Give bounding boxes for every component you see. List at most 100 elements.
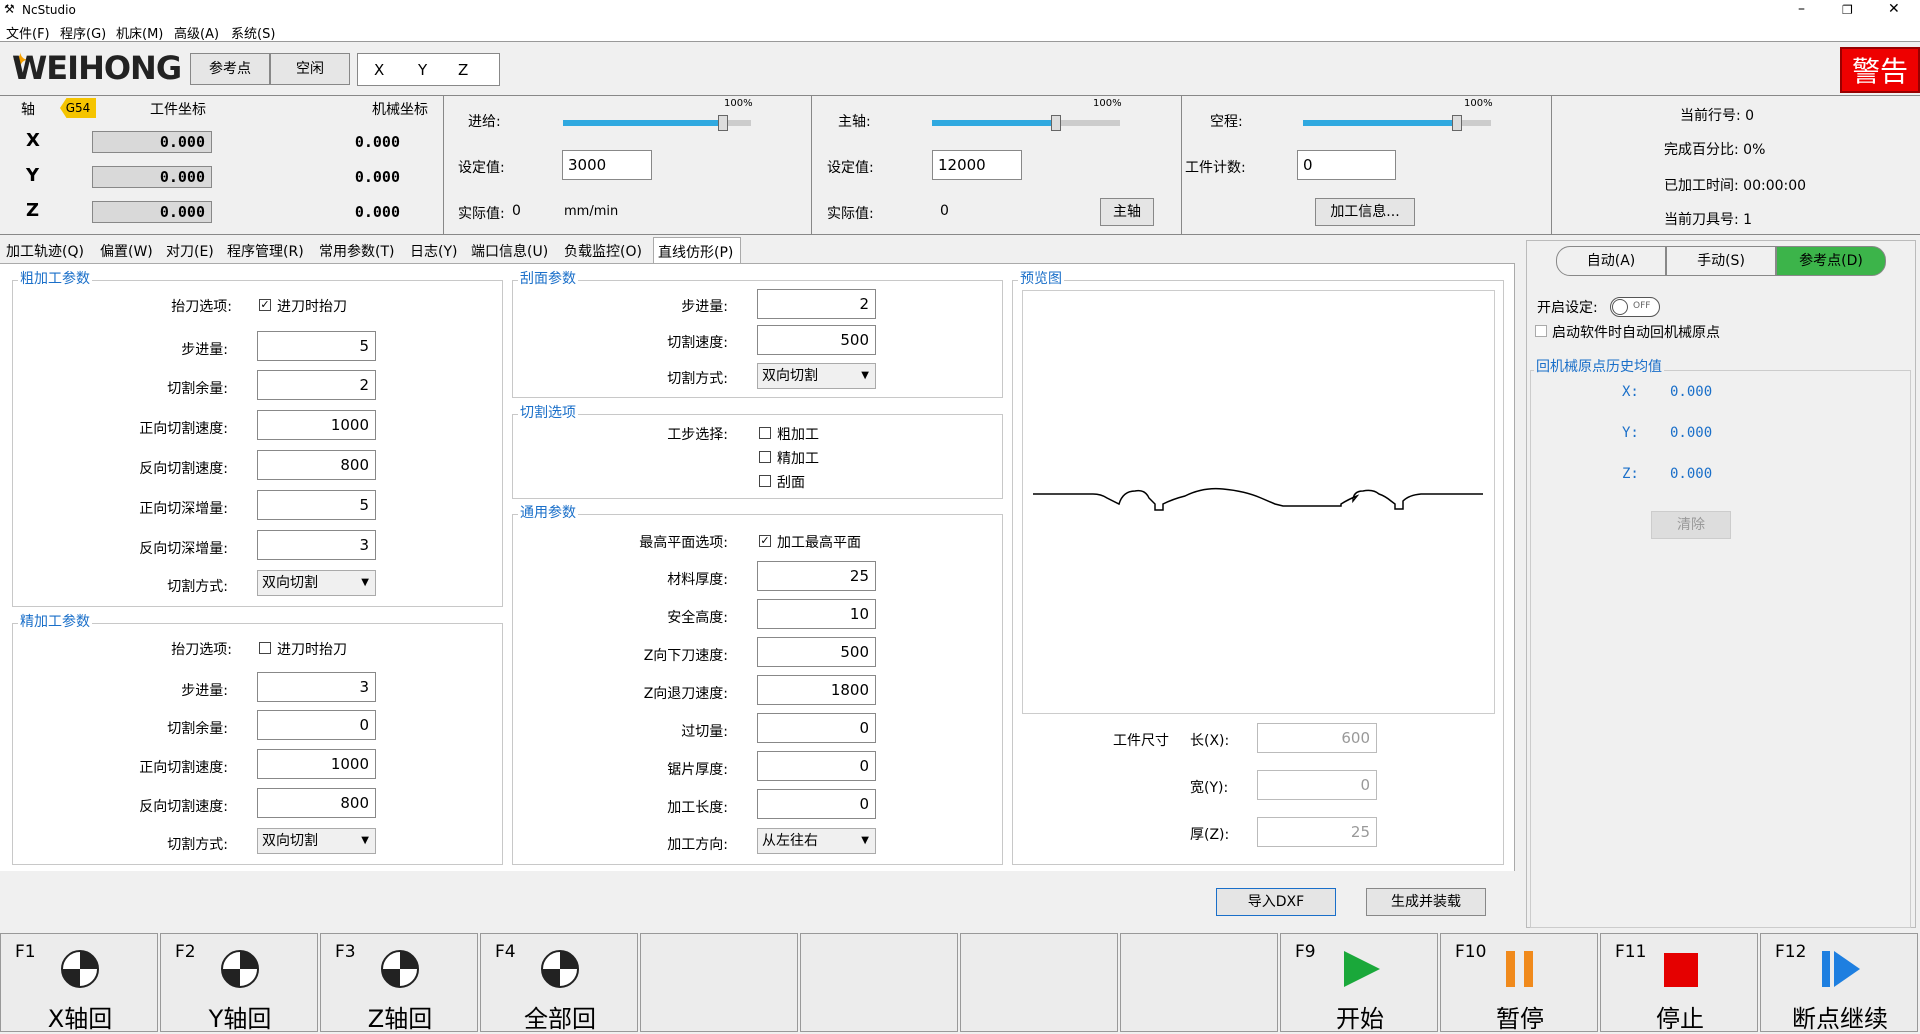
finish-allowance-field[interactable]: 0 bbox=[257, 710, 376, 740]
scrape-mode-select[interactable]: 双向切割 ▼ bbox=[757, 363, 876, 389]
axis-x-label: X bbox=[374, 61, 385, 79]
finish-lift-checkbox[interactable] bbox=[259, 642, 271, 654]
z-retract-speed-label: Z向退刀速度: bbox=[643, 686, 728, 702]
fkey-f10-button[interactable]: F10 暂停 bbox=[1440, 933, 1598, 1033]
blade-thickness-field[interactable]: 0 bbox=[757, 751, 876, 781]
spindle-set-input[interactable]: 12000 bbox=[932, 150, 1022, 180]
rough-forward-speed-label: 正向切割速度: bbox=[139, 421, 228, 437]
finish-reverse-speed-field[interactable]: 800 bbox=[257, 788, 376, 818]
generate-load-button[interactable]: 生成并装载 bbox=[1366, 888, 1486, 916]
menu-advanced[interactable]: 高级(A) bbox=[174, 23, 219, 42]
process-direction-select[interactable]: 从左往右 ▼ bbox=[757, 828, 876, 854]
history-title: 回机械原点历史均值 bbox=[1534, 356, 1664, 376]
tab-load-monitor[interactable]: 负载监控(O) bbox=[564, 237, 642, 263]
work-z-value: 0.000 bbox=[92, 201, 212, 223]
scrape-step-field[interactable]: 2 bbox=[757, 289, 876, 319]
safe-height-field[interactable]: 10 bbox=[757, 599, 876, 629]
rough-forward-depth-field[interactable]: 5 bbox=[257, 490, 376, 520]
fkey-f9-button[interactable]: F9 开始 bbox=[1280, 933, 1438, 1033]
spindle-button[interactable]: 主轴 bbox=[1100, 198, 1154, 226]
rough-forward-speed-field[interactable]: 1000 bbox=[257, 410, 376, 440]
rough-lift-checkbox[interactable]: ✓ bbox=[259, 299, 271, 311]
z-retract-speed-field[interactable]: 1800 bbox=[757, 675, 876, 705]
spindle-slider[interactable] bbox=[932, 115, 1120, 131]
fkey-empty-button[interactable] bbox=[960, 933, 1118, 1032]
process-info-button[interactable]: 加工信息... bbox=[1315, 198, 1415, 226]
startup-toggle[interactable]: OFF bbox=[1610, 297, 1660, 317]
rough-mode-select[interactable]: 双向切割 ▼ bbox=[257, 570, 376, 596]
work-count-input[interactable]: 0 bbox=[1297, 150, 1396, 180]
rough-forward-depth-label: 正向切深增量: bbox=[139, 501, 228, 517]
material-thickness-field[interactable]: 25 bbox=[757, 561, 876, 591]
tab-toolpath[interactable]: 加工轨迹(Q) bbox=[6, 237, 84, 263]
fkey-f1-button[interactable]: F1 X轴回 bbox=[0, 933, 158, 1033]
restore-button[interactable]: ❐ bbox=[1842, 3, 1853, 17]
spindle-slider-knob[interactable] bbox=[1051, 115, 1062, 131]
fkey-empty-button[interactable] bbox=[1120, 933, 1278, 1032]
top-plane-label: 最高平面选项: bbox=[639, 535, 728, 551]
minimize-button[interactable]: – bbox=[1798, 1, 1805, 17]
finish-forward-speed-field[interactable]: 1000 bbox=[257, 749, 376, 779]
fkey-f4-button[interactable]: F4 全部回 bbox=[480, 933, 638, 1033]
warning-button[interactable]: 警告 bbox=[1840, 47, 1920, 93]
finish-mode-select[interactable]: 双向切割 ▼ bbox=[257, 828, 376, 854]
fkey-caption: 停止 bbox=[1656, 1005, 1704, 1033]
spindle-slider-fill bbox=[932, 120, 1057, 126]
top-plane-checkbox[interactable]: ✓ bbox=[759, 535, 771, 547]
auto-home-checkbox[interactable] bbox=[1535, 325, 1547, 337]
feed-slider-knob[interactable] bbox=[717, 115, 728, 131]
mode-manual-button[interactable]: 手动(S) bbox=[1666, 246, 1776, 276]
menu-machine[interactable]: 机床(M) bbox=[116, 23, 163, 42]
idle-button[interactable]: 空闲 bbox=[270, 53, 350, 85]
divider bbox=[0, 234, 1920, 235]
fkey-f3-button[interactable]: F3 Z轴回 bbox=[320, 933, 478, 1033]
pause-icon bbox=[1500, 949, 1540, 989]
clear-button[interactable]: 清除 bbox=[1651, 511, 1731, 539]
mode-auto-button[interactable]: 自动(A) bbox=[1556, 246, 1666, 276]
finish-forward-speed-label: 正向切割速度: bbox=[139, 760, 228, 776]
menu-program[interactable]: 程序(G) bbox=[60, 23, 106, 42]
thickness-field: 25 bbox=[1257, 817, 1377, 847]
tab-common-params[interactable]: 常用参数(T) bbox=[319, 237, 394, 263]
finish-mode-label: 切割方式: bbox=[167, 837, 228, 853]
close-button[interactable]: ✕ bbox=[1888, 1, 1900, 17]
rough-lift-text: 进刀时抬刀 bbox=[277, 299, 347, 315]
rough-step-field[interactable]: 5 bbox=[257, 331, 376, 361]
rapid-slider[interactable] bbox=[1303, 115, 1491, 131]
fkey-f2-button[interactable]: F2 Y轴回 bbox=[160, 933, 318, 1033]
menu-file[interactable]: 文件(F) bbox=[6, 23, 50, 42]
z-down-speed-field[interactable]: 500 bbox=[757, 637, 876, 667]
fkey-empty-button[interactable] bbox=[800, 933, 958, 1032]
tab-tool-setting[interactable]: 对刀(E) bbox=[166, 237, 214, 263]
import-dxf-button[interactable]: 导入DXF bbox=[1216, 888, 1336, 916]
ref-point-button[interactable]: 参考点 bbox=[190, 53, 270, 85]
finish-step-checkbox[interactable] bbox=[759, 451, 771, 463]
fkey-empty-button[interactable] bbox=[640, 933, 798, 1032]
feed-label: 进给: bbox=[468, 114, 501, 130]
rapid-slider-knob[interactable] bbox=[1452, 115, 1463, 131]
rough-allowance-field[interactable]: 2 bbox=[257, 370, 376, 400]
overcut-field[interactable]: 0 bbox=[757, 713, 876, 743]
scrape-speed-field[interactable]: 500 bbox=[757, 325, 876, 355]
tab-port-info[interactable]: 端口信息(U) bbox=[471, 237, 548, 263]
feed-set-input[interactable]: 3000 bbox=[562, 150, 652, 180]
rough-reverse-depth-field[interactable]: 3 bbox=[257, 530, 376, 560]
tab-offset[interactable]: 偏置(W) bbox=[100, 237, 153, 263]
finish-step-field[interactable]: 3 bbox=[257, 672, 376, 702]
process-length-field[interactable]: 0 bbox=[757, 789, 876, 819]
rough-reverse-speed-field[interactable]: 800 bbox=[257, 450, 376, 480]
menu-system[interactable]: 系统(S) bbox=[231, 23, 275, 42]
menu-bar: 文件(F) 程序(G) 机床(M) 高级(A) 系统(S) bbox=[0, 20, 1920, 42]
scrape-step-checkbox[interactable] bbox=[759, 475, 771, 487]
tab-log[interactable]: 日志(Y) bbox=[410, 237, 457, 263]
width-field: 0 bbox=[1257, 770, 1377, 800]
feed-slider[interactable] bbox=[563, 115, 751, 131]
mode-reference-button[interactable]: 参考点(D) bbox=[1776, 246, 1886, 276]
feed-actual-value: 0 bbox=[512, 203, 521, 219]
rough-step-checkbox[interactable] bbox=[759, 427, 771, 439]
fkey-f11-button[interactable]: F11 停止 bbox=[1600, 933, 1758, 1033]
finish-params-title: 精加工参数 bbox=[18, 611, 92, 631]
tab-linear-profile[interactable]: 直线仿形(P) bbox=[653, 237, 741, 263]
fkey-f12-button[interactable]: F12 断点继续 bbox=[1760, 933, 1918, 1033]
tab-program-manager[interactable]: 程序管理(R) bbox=[227, 237, 304, 263]
